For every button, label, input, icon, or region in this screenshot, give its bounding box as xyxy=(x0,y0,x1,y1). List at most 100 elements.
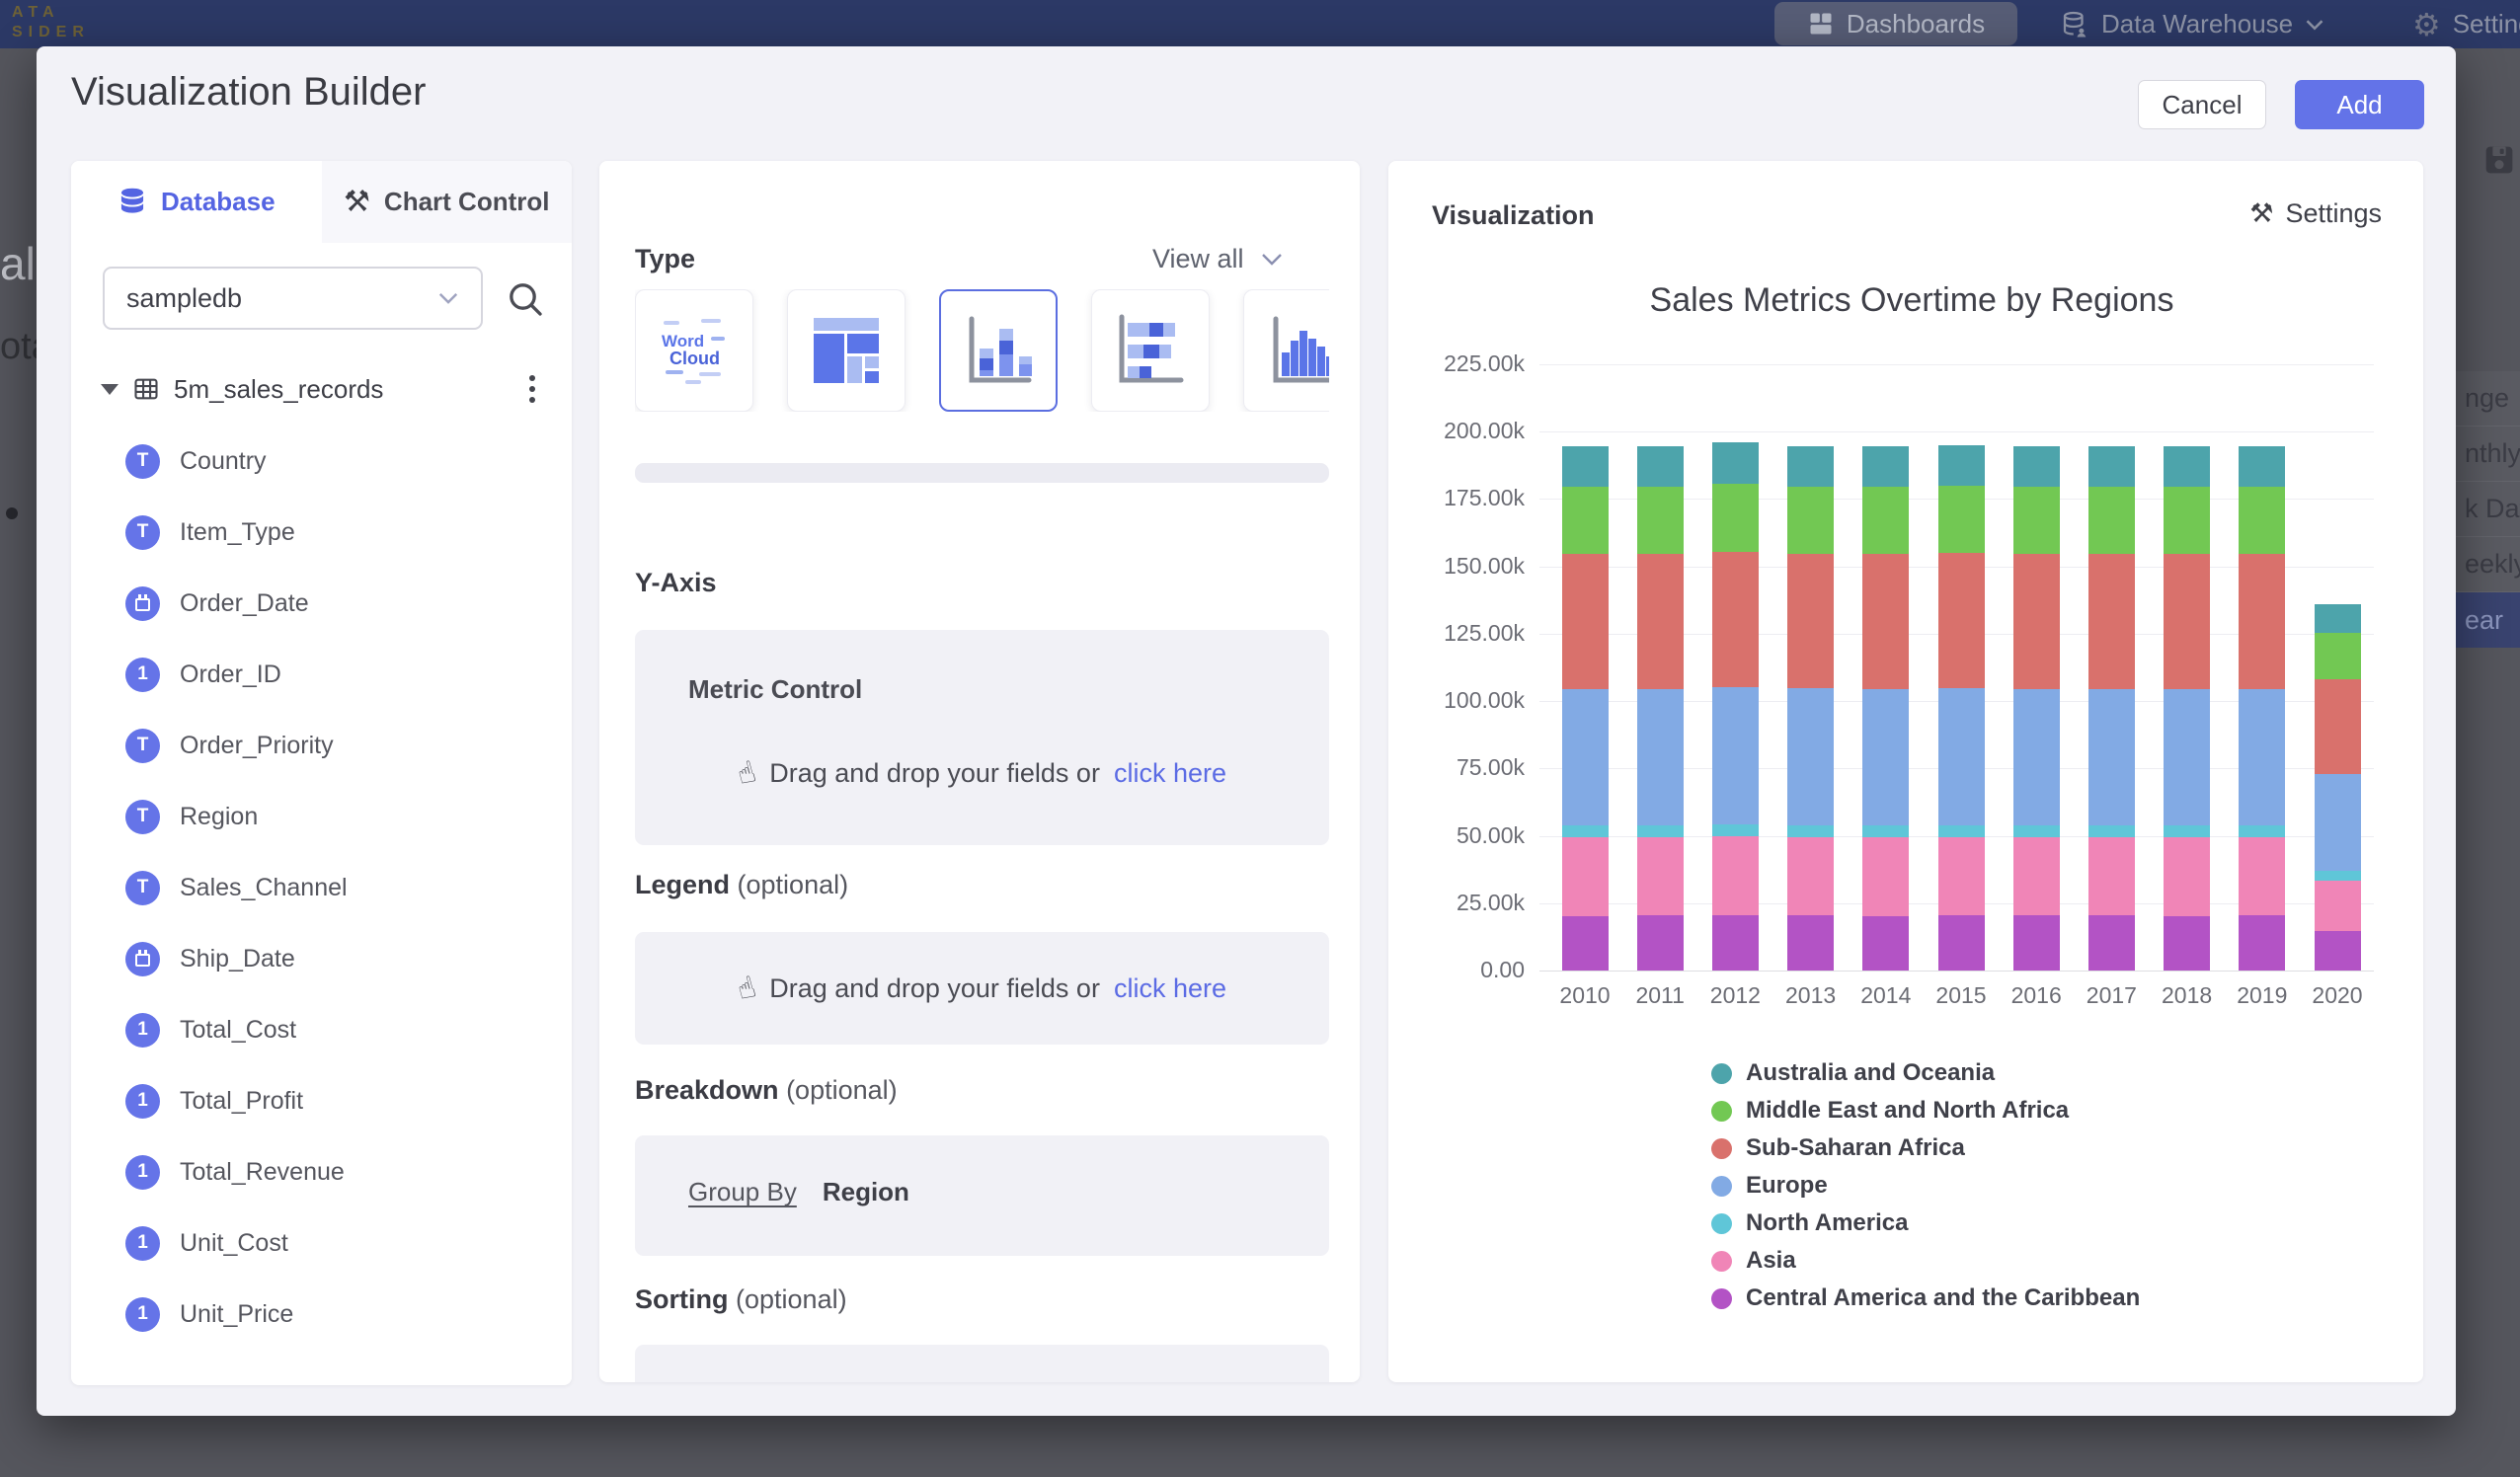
expand-arrow-icon[interactable] xyxy=(101,384,118,395)
click-here-link[interactable]: click here xyxy=(1114,758,1226,789)
tab-database[interactable]: Database xyxy=(71,161,322,243)
bar-segment xyxy=(1862,825,1909,836)
field-item-order_date[interactable]: Order_Date xyxy=(125,568,550,639)
number-type-icon: 1 xyxy=(125,658,160,692)
bar-segment xyxy=(1787,825,1834,837)
legend-item[interactable]: Sub-Saharan Africa xyxy=(1711,1134,1965,1162)
legend-item[interactable]: Australia and Oceania xyxy=(1711,1059,1995,1087)
y-axis-tick-label: 25.00k xyxy=(1388,890,1525,916)
y-axis-heading: Y-Axis xyxy=(635,568,717,598)
legend-item[interactable]: Middle East and North Africa xyxy=(1711,1097,2069,1125)
tab-chart-control[interactable]: ⚒ Chart Control xyxy=(322,161,573,243)
bar-segment xyxy=(2088,487,2135,554)
search-icon[interactable] xyxy=(506,279,545,319)
gridline xyxy=(1539,364,2374,365)
background-bullet-dot xyxy=(6,507,18,519)
visualization-builder-modal: Visualization Builder Cancel Add Databas… xyxy=(37,46,2456,1416)
bar-segment xyxy=(2088,825,2135,837)
settings-button[interactable]: ⚒ Settings xyxy=(2249,198,2382,229)
bar-segment xyxy=(2315,931,2361,971)
date-type-icon xyxy=(125,942,160,976)
field-item-unit_price[interactable]: 1Unit_Price xyxy=(125,1279,550,1350)
legend-dropzone[interactable]: ☝ Drag and drop your fields or click her… xyxy=(635,932,1329,1045)
nav-item-settings[interactable]: ⚙ Settings xyxy=(2412,0,2520,48)
breakdown-dropzone[interactable]: Group By Region xyxy=(635,1135,1329,1256)
sorting-dropzone[interactable]: Data Range Ascending xyxy=(635,1345,1329,1382)
legend-item[interactable]: Asia xyxy=(1711,1247,1796,1275)
field-item-region[interactable]: TRegion xyxy=(125,781,550,852)
text-type-icon: T xyxy=(125,871,160,905)
type-option-treemap[interactable] xyxy=(787,289,906,412)
y-axis-tick-label: 75.00k xyxy=(1388,754,1525,781)
type-option-stacked-column[interactable] xyxy=(939,289,1058,412)
add-button[interactable]: Add xyxy=(2295,80,2424,129)
bar-segment xyxy=(1938,825,1985,837)
field-item-item_type[interactable]: TItem_Type xyxy=(125,497,550,568)
bar-segment xyxy=(2315,633,2361,679)
tools-icon: ⚒ xyxy=(2249,198,2273,229)
type-option-histogram[interactable] xyxy=(1243,289,1329,412)
legend-item[interactable]: North America xyxy=(1711,1209,1908,1237)
bar-segment xyxy=(1712,915,1759,971)
field-name: Order_Priority xyxy=(180,732,334,760)
field-item-total_revenue[interactable]: 1Total_Revenue xyxy=(125,1136,550,1207)
background-menu-item: nge xyxy=(2449,371,2520,427)
metric-control-label: Metric Control xyxy=(688,674,862,705)
y-axis-tick-label: 200.00k xyxy=(1388,418,1525,444)
panel-tabs: Database ⚒ Chart Control xyxy=(71,161,572,243)
builder-panel: Type View all Word Cloud xyxy=(599,161,1360,1382)
bar-segment xyxy=(2164,689,2210,826)
bar-segment xyxy=(2315,679,2361,774)
modal-title: Visualization Builder xyxy=(71,70,426,115)
type-option-stacked-bar[interactable] xyxy=(1091,289,1210,412)
x-axis-tick-label: 2018 xyxy=(2150,982,2225,1009)
bar-segment xyxy=(1862,837,1909,916)
database-select-value: sampledb xyxy=(126,283,242,314)
field-item-total_cost[interactable]: 1Total_Cost xyxy=(125,994,550,1065)
nav-item-data-warehouse[interactable]: Data Warehouse xyxy=(2060,0,2324,48)
bar-segment xyxy=(1562,446,1609,487)
field-item-unit_cost[interactable]: 1Unit_Cost xyxy=(125,1207,550,1279)
legend-item[interactable]: Europe xyxy=(1711,1172,1828,1200)
data-warehouse-icon xyxy=(2060,10,2089,39)
gear-icon: ⚙ xyxy=(2412,6,2441,43)
database-select[interactable]: sampledb xyxy=(103,267,483,330)
view-all-button[interactable]: View all xyxy=(1152,244,1284,274)
chevron-down-icon xyxy=(1260,252,1284,267)
save-icon[interactable] xyxy=(2482,144,2516,176)
field-item-ship_date[interactable]: Ship_Date xyxy=(125,923,550,994)
legend-item[interactable]: Central America and the Caribbean xyxy=(1711,1284,2140,1312)
field-item-order_priority[interactable]: TOrder_Priority xyxy=(125,710,550,781)
chevron-down-icon xyxy=(2305,18,2324,32)
background-menu-item: eekly xyxy=(2449,537,2520,592)
bar-segment xyxy=(1562,916,1609,971)
y-axis-tick-label: 225.00k xyxy=(1388,350,1525,377)
cancel-button[interactable]: Cancel xyxy=(2138,80,2266,129)
group-by-link[interactable]: Group By xyxy=(688,1177,797,1207)
legend-label: Middle East and North Africa xyxy=(1746,1097,2069,1125)
bar-segment xyxy=(2239,689,2285,825)
metric-control-dropzone[interactable]: Metric Control ☝ Drag and drop your fiel… xyxy=(635,630,1329,845)
table-menu-kebab-icon[interactable] xyxy=(519,371,545,407)
bar-segment xyxy=(1862,916,1909,971)
field-item-order_id[interactable]: 1Order_ID xyxy=(125,639,550,710)
bar-segment xyxy=(1637,554,1684,689)
text-type-icon: T xyxy=(125,444,160,479)
table-tree-item[interactable]: 5m_sales_records xyxy=(101,366,545,412)
number-type-icon: 1 xyxy=(125,1226,160,1261)
text-type-icon: T xyxy=(125,515,160,550)
field-item-country[interactable]: TCountry xyxy=(125,426,550,497)
nav-item-dashboards[interactable]: Dashboards xyxy=(1774,2,2017,45)
bar-segment xyxy=(1938,688,1985,825)
bar-segment xyxy=(2315,881,2361,931)
dashboards-grid-icon xyxy=(1807,10,1835,38)
field-item-sales_channel[interactable]: TSales_Channel xyxy=(125,852,550,923)
group-by-value: Region xyxy=(823,1177,909,1207)
type-option-word-cloud[interactable]: Word Cloud xyxy=(635,289,753,412)
field-item-total_profit[interactable]: 1Total_Profit xyxy=(125,1065,550,1136)
click-here-link[interactable]: click here xyxy=(1114,973,1226,1004)
x-axis-tick-label: 2014 xyxy=(1849,982,1924,1009)
bar-segment xyxy=(2088,837,2135,916)
bar-segment xyxy=(2239,915,2285,971)
type-row-scrollbar[interactable] xyxy=(635,463,1329,483)
